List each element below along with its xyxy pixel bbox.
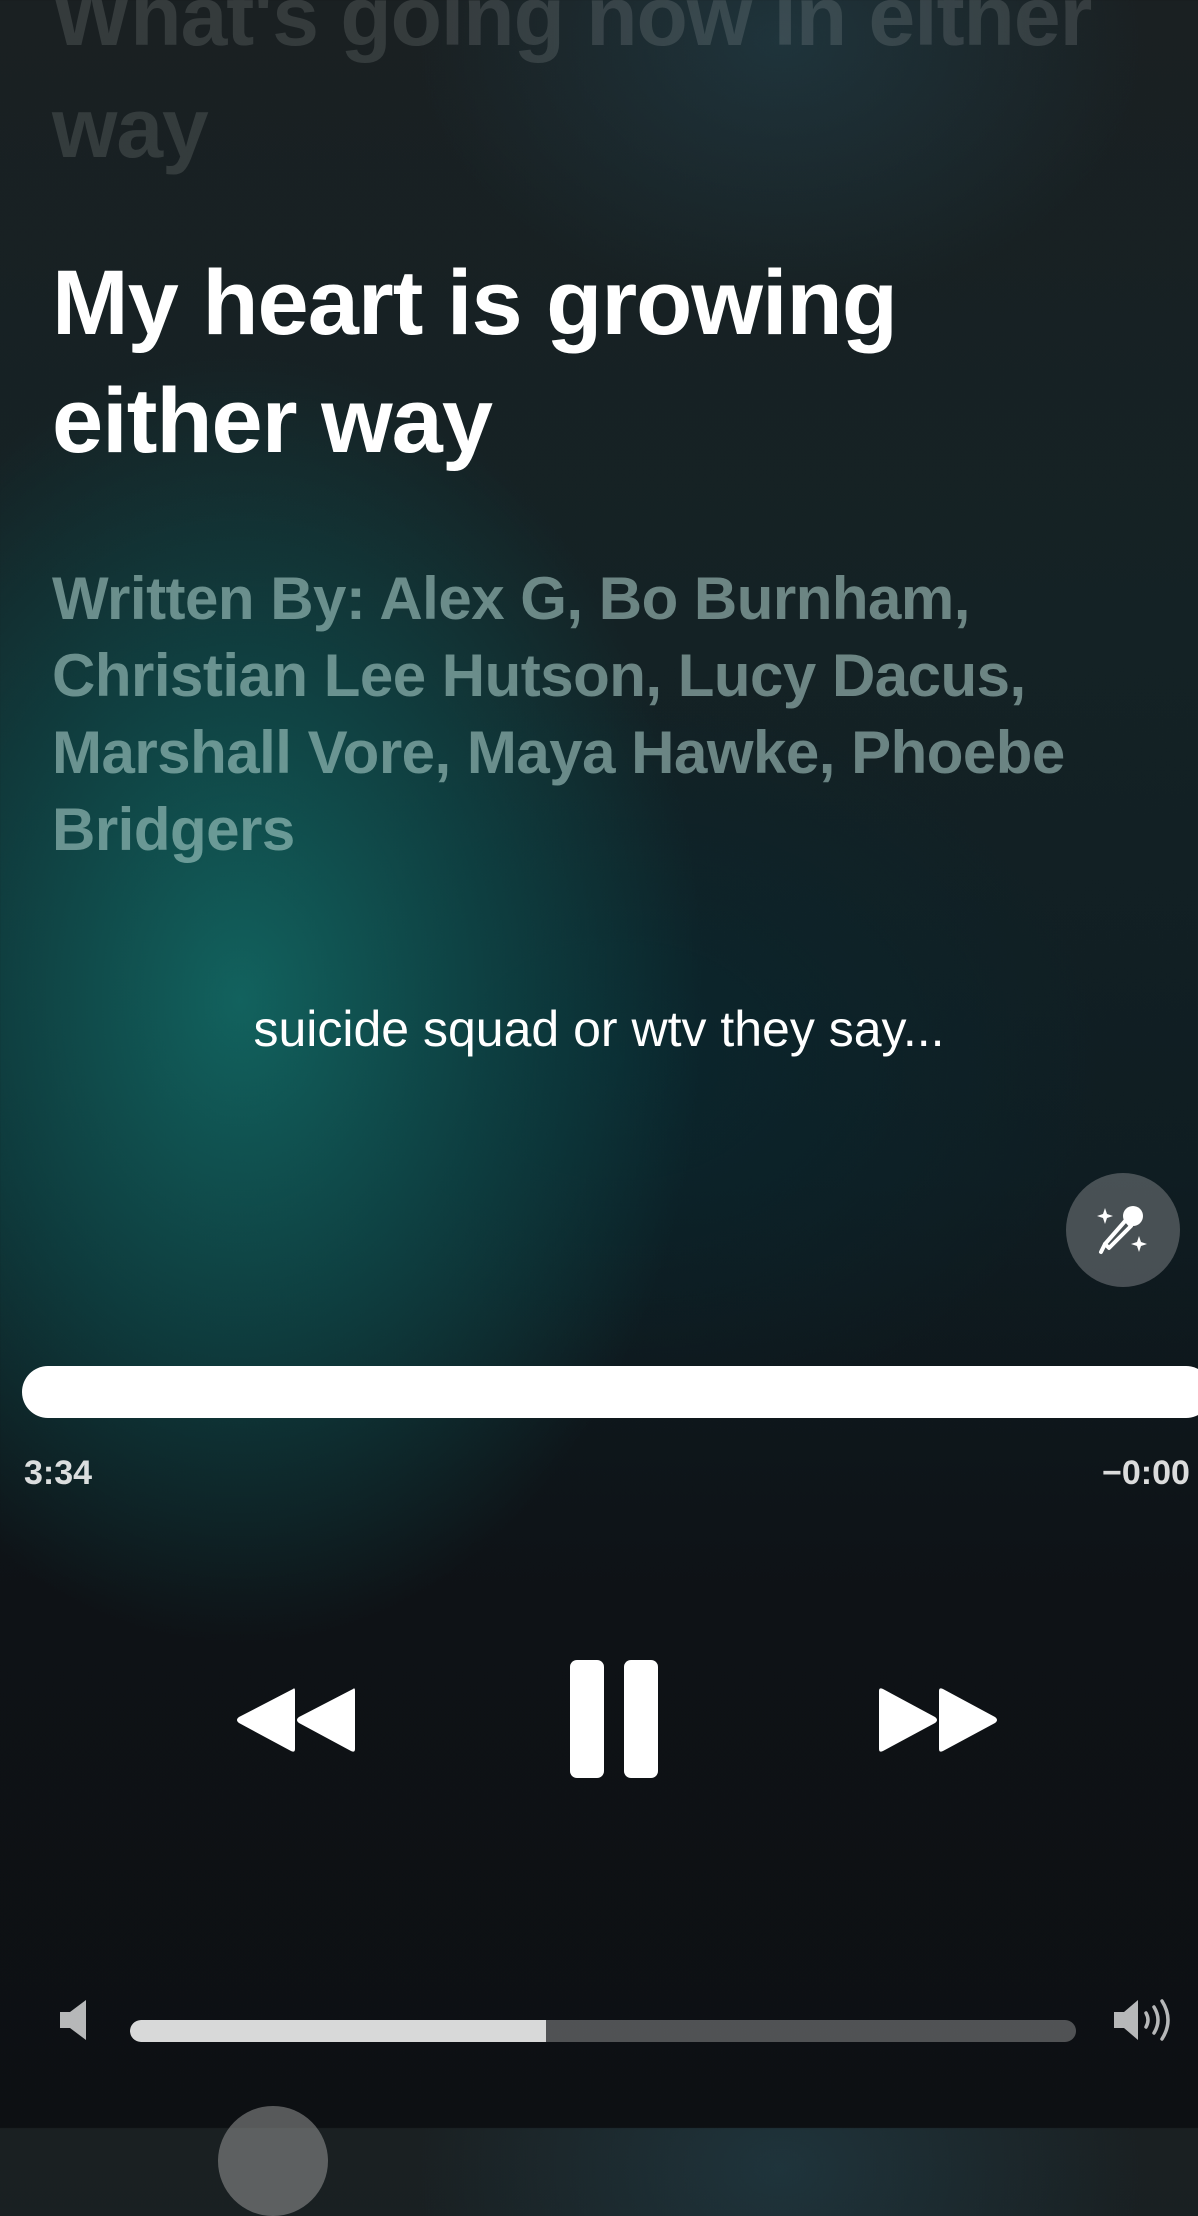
- output-device-button[interactable]: [218, 2106, 328, 2216]
- current-lyric-line[interactable]: My heart is growing either way: [52, 244, 1152, 480]
- volume-max-button[interactable]: [1112, 1998, 1174, 2042]
- microphone-sparkle-icon: [1097, 1206, 1147, 1254]
- speaker-low-icon: [60, 2000, 86, 2040]
- speaker-high-icon: [1114, 1999, 1170, 2041]
- fast-forward-icon: [879, 1688, 997, 1752]
- elapsed-time: 3:34: [24, 1454, 93, 1492]
- pause-button[interactable]: [566, 1656, 662, 1782]
- songwriter-credits: Written By: Alex G, Bo Burnham, Christia…: [52, 565, 1065, 863]
- sing-lyrics-button[interactable]: [1066, 1173, 1180, 1287]
- previous-lyric-line[interactable]: What's going now in either way: [52, 0, 1152, 184]
- volume-slider[interactable]: [130, 2020, 1076, 2042]
- volume-min-button[interactable]: [58, 1998, 90, 2042]
- pause-icon: [570, 1660, 658, 1778]
- rewind-button[interactable]: [230, 1680, 360, 1760]
- playback-progress-bar[interactable]: [22, 1366, 1198, 1418]
- rewind-icon: [237, 1688, 355, 1752]
- forward-button[interactable]: [874, 1680, 1004, 1760]
- video-caption: suicide squad or wtv they say...: [253, 1001, 945, 1057]
- remaining-time: −0:00: [1102, 1454, 1190, 1492]
- volume-slider-fill: [130, 2020, 547, 2042]
